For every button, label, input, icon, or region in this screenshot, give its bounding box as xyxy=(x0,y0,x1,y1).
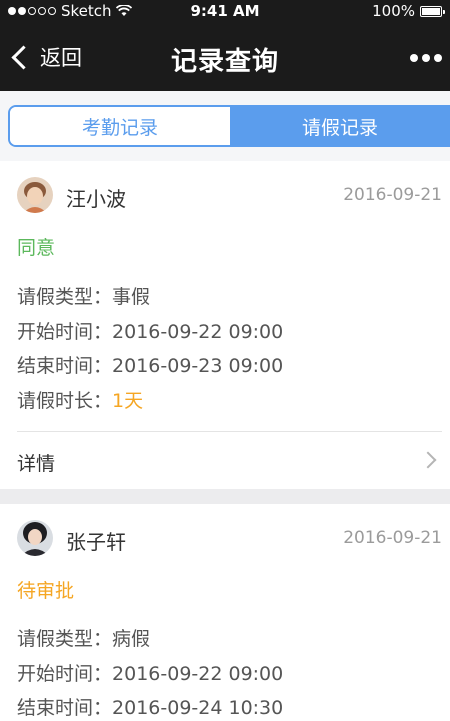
divider xyxy=(17,431,442,432)
battery-percent: 100% xyxy=(372,2,415,20)
duration-value: 1天 xyxy=(112,390,144,412)
start-time-line: 开始时间：2016-09-22 09:00 xyxy=(17,663,284,685)
screen: Sketch 9:41 AM 100% 返回 记录查询 考勤记录 请假记录 汪小… xyxy=(0,0,450,721)
end-time-line: 结束时间：2016-09-24 10:30 xyxy=(17,697,284,719)
leave-type-line: 请假类型：病假 xyxy=(17,628,151,650)
status-badge: 待审批 xyxy=(17,580,75,602)
details-label: 详情 xyxy=(17,453,56,475)
start-time-line: 开始时间：2016-09-22 09:00 xyxy=(17,321,284,343)
submit-date: 2016-09-21 xyxy=(343,528,442,548)
segmented-control: 考勤记录 请假记录 xyxy=(8,105,450,147)
tab-attendance-records[interactable]: 考勤记录 xyxy=(10,107,230,145)
leave-type-value: 事假 xyxy=(112,286,151,308)
page-title: 记录查询 xyxy=(170,47,279,77)
end-time-value: 2016-09-24 10:30 xyxy=(112,697,284,719)
applicant-name: 汪小波 xyxy=(66,187,126,211)
start-time-value: 2016-09-22 09:00 xyxy=(112,321,284,343)
avatar xyxy=(17,177,53,213)
leave-type-line: 请假类型：事假 xyxy=(17,286,151,308)
more-dots-icon xyxy=(410,54,418,62)
top-bar: Sketch 9:41 AM 100% 返回 记录查询 xyxy=(0,0,450,91)
nav-bar: 返回 记录查询 xyxy=(0,24,450,91)
start-time-value: 2016-09-22 09:00 xyxy=(112,663,284,685)
end-time-value: 2016-09-23 09:00 xyxy=(112,355,284,377)
details-link[interactable]: 详情 xyxy=(17,441,442,481)
record-header: 张子轩 2016-09-21 xyxy=(0,520,450,560)
applicant-name: 张子轩 xyxy=(66,530,126,554)
leave-type-value: 病假 xyxy=(112,628,151,650)
chevron-right-icon xyxy=(419,451,437,469)
record-header: 汪小波 2016-09-21 xyxy=(0,177,450,217)
status-badge: 同意 xyxy=(17,237,56,259)
end-time-line: 结束时间：2016-09-23 09:00 xyxy=(17,355,284,377)
status-bar: Sketch 9:41 AM 100% xyxy=(0,0,450,24)
more-button[interactable] xyxy=(410,54,442,62)
duration-line: 请假时长：1天 xyxy=(17,390,144,412)
submit-date: 2016-09-21 xyxy=(343,185,442,205)
section-separator xyxy=(0,489,450,504)
avatar xyxy=(17,520,53,556)
tab-leave-records[interactable]: 请假记录 xyxy=(230,107,450,145)
battery-icon xyxy=(420,5,445,17)
tab-bar-container: 考勤记录 请假记录 xyxy=(0,91,450,161)
record-card: 张子轩 2016-09-21 待审批 请假类型：病假 开始时间：2016-09-… xyxy=(0,504,450,721)
record-card: 汪小波 2016-09-21 同意 请假类型：事假 开始时间：2016-09-2… xyxy=(0,161,450,489)
status-right: 100% xyxy=(372,2,445,20)
